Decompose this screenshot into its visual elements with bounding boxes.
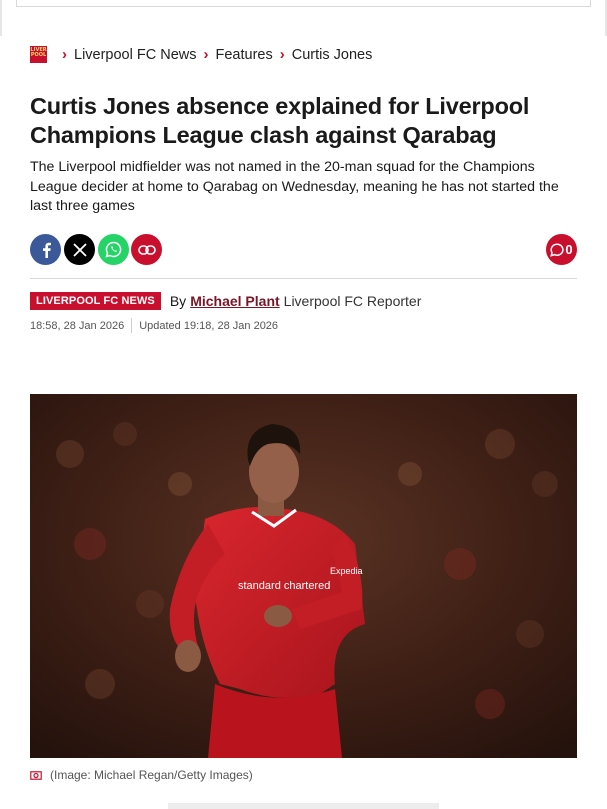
divider	[30, 278, 577, 279]
page-edge-left	[0, 0, 2, 36]
breadcrumb: LIVER POOL › Liverpool FC News › Features…	[30, 46, 372, 63]
copy-link-button[interactable]	[131, 234, 162, 265]
comments-button[interactable]: 0	[546, 234, 577, 265]
camera-icon	[30, 771, 42, 780]
ad-placeholder	[168, 803, 439, 809]
breadcrumb-chevron-icon: ›	[279, 46, 285, 63]
share-bar: 0	[30, 234, 577, 266]
x-icon	[72, 242, 87, 257]
player-photo: standard chartered Expedia	[30, 394, 577, 758]
breadcrumb-chevron-icon: ›	[203, 46, 209, 63]
date-divider	[131, 318, 133, 333]
hero-image[interactable]: standard chartered Expedia	[30, 394, 577, 758]
x-share-button[interactable]	[64, 234, 95, 265]
image-caption: (Image: Michael Regan/Getty Images)	[30, 768, 253, 782]
article-dates: 18:58, 28 Jan 2026 Updated 19:18, 28 Jan…	[30, 318, 278, 333]
site-logo-icon[interactable]: LIVER POOL	[30, 46, 47, 63]
breadcrumb-features[interactable]: Features	[216, 47, 273, 63]
article-headline: Curtis Jones absence explained for Liver…	[30, 93, 530, 148]
article-standfirst: The Liverpool midfielder was not named i…	[30, 159, 559, 214]
facebook-share-button[interactable]	[30, 234, 61, 265]
facebook-icon	[42, 242, 51, 258]
updated-time: Updated 19:18, 28 Jan 2026	[139, 319, 279, 332]
caption-text: (Image: Michael Regan/Getty Images)	[50, 768, 253, 782]
shirt-sponsor-text: standard chartered	[238, 580, 330, 592]
comments-count: 0	[565, 242, 573, 257]
whatsapp-share-button[interactable]	[98, 234, 129, 265]
breadcrumb-liverpool-fc-news[interactable]: Liverpool FC News	[74, 47, 197, 63]
author-role: Liverpool FC Reporter	[283, 293, 422, 309]
sleeve-sponsor-text: Expedia	[330, 566, 363, 576]
author-link[interactable]: Michael Plant	[190, 293, 279, 309]
breadcrumb-curtis-jones[interactable]: Curtis Jones	[292, 47, 373, 63]
whatsapp-icon	[105, 241, 122, 258]
byline: LIVERPOOL FC NEWS By Michael Plant Liver…	[30, 292, 421, 310]
breadcrumb-chevron-icon: ›	[62, 46, 67, 63]
published-time: 18:58, 28 Jan 2026	[30, 319, 125, 332]
by-label: By	[169, 293, 187, 309]
link-icon	[137, 244, 156, 255]
comment-icon	[550, 242, 565, 257]
category-badge[interactable]: LIVERPOOL FC NEWS	[30, 292, 161, 310]
top-ad-frame	[16, 0, 591, 7]
